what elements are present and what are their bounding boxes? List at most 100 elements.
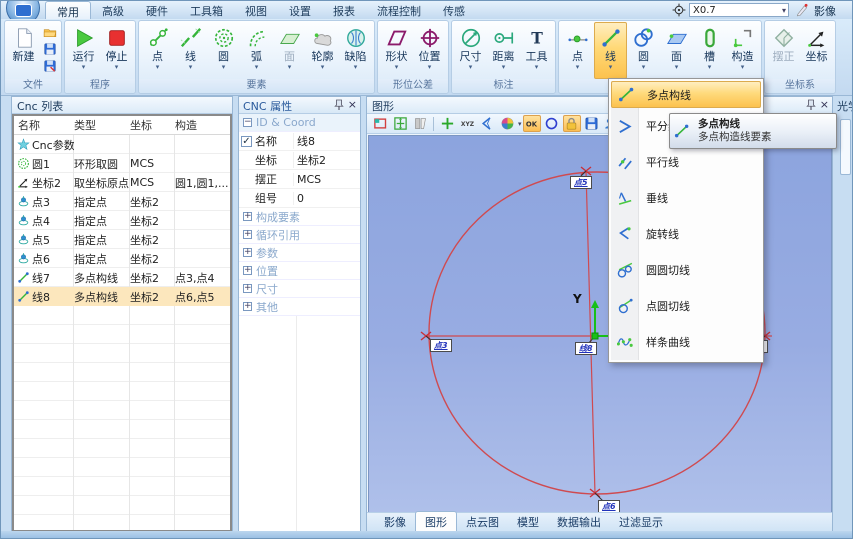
ribbon-button-arc[interactable]: 弧▾ [240,22,273,79]
cnc-row-点4[interactable]: 点4指定点坐标2 [14,211,230,230]
view-tab-image[interactable]: 影像 [375,512,415,532]
field-label: 摆正 [255,171,277,187]
ribbon-button-construct-circle[interactable]: 圆▾ [627,22,660,79]
properties-section-5[interactable]: +其他 [239,298,360,316]
collapsed-panel-handle[interactable] [840,119,851,175]
gfx-tool-save-view[interactable] [583,115,601,132]
ribbon-button-distance[interactable]: 距离▾ [487,22,520,79]
gfx-tool-circle-select[interactable] [543,115,561,132]
gfx-tool-add-point[interactable] [438,115,456,132]
ribbon-button-construct-slot[interactable]: 槽▾ [693,22,726,79]
ribbon-tab-toolbox[interactable]: 工具箱 [179,1,234,19]
ribbon-button-coordinate[interactable]: 坐标 [800,22,833,79]
ribbon-button-point[interactable]: 点▾ [141,22,174,79]
ribbon-button-profile[interactable]: 轮廓▾ [306,22,339,79]
field-value[interactable]: 0 [293,192,360,205]
view-tab-dataout[interactable]: 数据输出 [548,512,610,532]
close-icon[interactable]: × [820,99,829,111]
gfx-tool-color-wheel[interactable] [498,115,516,132]
ribbon-button-circle[interactable]: 圆▾ [207,22,240,79]
close-icon[interactable]: × [348,99,357,111]
checkbox[interactable]: ✓ [241,136,252,147]
ribbon-button-new[interactable]: 新建 [7,22,40,79]
ribbon-tab-advanced[interactable]: 高级 [91,1,135,19]
view-tab-graphic[interactable]: 图形 [415,511,457,532]
ribbon-button-position[interactable]: 位置▾ [413,22,446,79]
menu-item-parallel-line[interactable]: 平行线 [611,144,761,180]
properties-section-4[interactable]: +尺寸 [239,280,360,298]
ribbon-button-construct-point[interactable]: 点▾ [561,22,594,79]
ribbon-button-construct-build[interactable]: 构造▾ [726,22,759,79]
menu-item-circle-circle-tangent[interactable]: 圆圆切线 [611,252,761,288]
properties-section-id-coord[interactable]: −ID & Coord [239,114,360,132]
cnc-row-线8[interactable]: 线8多点构线坐标2点6,点5 [14,287,230,306]
properties-section-3[interactable]: +位置 [239,262,360,280]
cnc-row-点6[interactable]: 点6指定点坐标2 [14,249,230,268]
cnc-row-点3[interactable]: 点3指定点坐标2 [14,192,230,211]
pen-mode-icon[interactable] [795,3,809,17]
gfx-tool-fit-view[interactable] [391,115,409,132]
label-point5[interactable]: 点5 [570,176,592,189]
cnc-row-点5[interactable]: 点5指定点坐标2 [14,230,230,249]
ribbon-button-dimension[interactable]: 尺寸▾ [454,22,487,79]
ribbon-small-button-open[interactable] [41,23,58,40]
view-tab-pointcloud[interactable]: 点云图 [457,512,508,532]
ribbon-tab-flow-control[interactable]: 流程控制 [366,1,432,19]
ribbon-button-line[interactable]: 线▾ [174,22,207,79]
status-bar [1,531,853,538]
cnc-row-坐标2[interactable]: 坐标2取坐标原点MCS圆1,圆1,... [14,173,230,192]
view-tab-filter[interactable]: 过滤显示 [610,512,672,532]
column-header-1: 类型 [74,117,130,133]
point-feature-icon [146,25,170,51]
optics-panel-tab[interactable]: 光学 [837,98,853,114]
field-value[interactable]: 坐标2 [293,152,360,168]
construct-plane-icon [665,25,689,51]
ribbon-button-align[interactable]: 摆正 [767,22,800,79]
menu-item-spline[interactable]: 样条曲线 [611,324,761,360]
ribbon-button-stop[interactable]: 停止▾ [100,22,133,79]
menu-item-point-circle-tangent[interactable]: 点圆切线 [611,288,761,324]
ribbon-button-plane[interactable]: 面▾ [273,22,306,79]
view-tab-model[interactable]: 模型 [508,512,548,532]
cnc-row-圆1[interactable]: 圆1环形取圆MCS [14,154,230,173]
gfx-tool-zoom-window[interactable] [371,115,389,132]
menu-item-multipoint-line[interactable]: 多点构线 [611,81,761,108]
ribbon-button-construct-line[interactable]: 线▾ [594,22,627,79]
magnification-combo[interactable]: X0.7 ▾ [689,3,789,17]
cnc-list-table[interactable]: 名称类型坐标构造Cnc参数圆1环形取圆MCS坐标2取坐标原点MCS圆1,圆1,.… [12,114,232,532]
ribbon-small-button-save-as[interactable] [41,57,58,74]
gfx-tool-select-arrow[interactable] [478,115,496,132]
ribbon-tab-home[interactable]: 常用 [45,1,91,19]
field-value[interactable]: MCS [293,173,360,186]
pin-icon[interactable] [334,99,344,111]
ribbon-small-button-save[interactable] [41,40,58,57]
ribbon-button-construct-plane[interactable]: 面▾ [660,22,693,79]
ribbon-tab-settings[interactable]: 设置 [278,1,322,19]
ribbon-tab-report[interactable]: 报表 [322,1,366,19]
svg-text:T: T [531,29,543,48]
cnc-row-线7[interactable]: 线7多点构线坐标2点3,点4 [14,268,230,287]
label-line8[interactable]: 线8 [575,342,597,355]
field-value[interactable]: 线8 [293,133,360,149]
menu-item-rotate-line[interactable]: 旋转线 [611,216,761,252]
label-point3[interactable]: 点3 [430,339,452,352]
ribbon-tab-sensor[interactable]: 传感 [432,1,476,19]
gfx-tool-xyz[interactable]: XYZ [458,115,476,132]
properties-section-2[interactable]: +参数 [239,244,360,262]
ribbon-button-run[interactable]: 运行▾ [67,22,100,79]
pin-icon[interactable] [806,99,816,111]
ribbon-button-tool[interactable]: T工具▾ [520,22,553,79]
ribbon-button-defect[interactable]: 缺陷▾ [339,22,372,79]
gfx-tool-lock[interactable] [563,115,581,132]
gfx-tool-flip-view[interactable] [411,115,429,132]
properties-section-1[interactable]: +循环引用 [239,226,360,244]
menu-item-perpendicular-line[interactable]: 垂线 [611,180,761,216]
ribbon-tab-hardware[interactable]: 硬件 [135,1,179,19]
ribbon-tab-view[interactable]: 视图 [234,1,278,19]
toolbar-separator [433,117,434,131]
ribbon-button-shape[interactable]: 形状▾ [380,22,413,79]
gfx-tool-ok[interactable]: OK [523,115,541,132]
row-name: 点4 [32,213,50,229]
cnc-row-Cnc参数[interactable]: Cnc参数 [14,135,230,154]
properties-section-0[interactable]: +构成要素 [239,208,360,226]
